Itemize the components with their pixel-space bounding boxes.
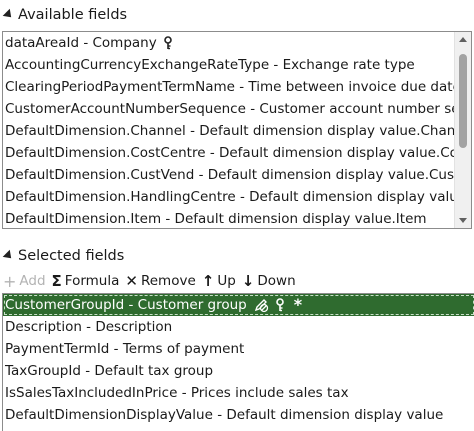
plus-icon: + [3, 271, 17, 291]
list-item[interactable]: DefaultDimension.Channel - Default dimen… [3, 120, 454, 142]
selected-fields-header[interactable]: Selected fields [2, 245, 125, 267]
collapse-triangle-icon[interactable] [2, 8, 15, 21]
list-item[interactable]: AccountingCurrencyExchangeRateType - Exc… [3, 54, 454, 76]
selected-fields-list[interactable]: CustomerGroupId - Customer group * Descr… [2, 293, 474, 431]
list-item[interactable]: CustomerAccountNumberSequence - Customer… [3, 98, 454, 120]
arrow-down-icon: ↓ [241, 272, 255, 290]
scroll-thumb[interactable] [459, 54, 467, 148]
table-row[interactable]: TaxGroupId - Default tax group [3, 360, 474, 382]
table-row[interactable]: PaymentTermId - Terms of payment [3, 338, 474, 360]
key-icon [163, 36, 173, 50]
close-icon: ✕ [125, 272, 138, 290]
scroll-up-arrow-icon[interactable] [459, 37, 467, 42]
collapse-triangle-icon[interactable] [2, 249, 15, 262]
table-row-selected[interactable]: CustomerGroupId - Customer group * [3, 294, 474, 316]
key-icon [275, 298, 285, 312]
vertical-scrollbar[interactable] [454, 32, 471, 228]
up-button[interactable]: ↑ Up [202, 272, 236, 290]
add-button[interactable]: + Add [3, 272, 46, 291]
available-fields-header[interactable]: Available fields [2, 4, 128, 26]
list-item[interactable]: DefaultDimension.CostCentre - Default di… [3, 142, 454, 164]
scroll-down-arrow-icon[interactable] [459, 218, 467, 223]
remove-button[interactable]: ✕ Remove [125, 272, 195, 290]
sigma-icon: Σ [51, 272, 62, 290]
list-item[interactable]: DefaultDimension.CustVend - Default dime… [3, 164, 454, 186]
table-row[interactable]: IsSalesTaxIncludedInPrice - Prices inclu… [3, 382, 474, 404]
selected-fields-toolbar: + Add Σ Formula ✕ Remove ↑ Up ↓ Down [3, 271, 302, 291]
selected-fields-title: Selected fields [18, 248, 125, 264]
list-item[interactable]: DefaultDimension.HandlingCentre - Defaul… [3, 186, 454, 208]
available-fields-list[interactable]: dataAreaId - Company AccountingCurrencyE… [2, 31, 472, 229]
asterisk-icon: * [293, 295, 303, 314]
table-row[interactable]: Description - Description [3, 316, 474, 338]
down-button[interactable]: ↓ Down [242, 272, 296, 290]
list-item[interactable]: ClearingPeriodPaymentTermName - Time bet… [3, 76, 454, 98]
table-row[interactable]: DefaultDimensionDisplayValue - Default d… [3, 404, 474, 426]
list-item[interactable]: dataAreaId - Company [3, 32, 454, 54]
list-item[interactable]: DefaultDimension.Item - Default dimensio… [3, 208, 454, 228]
arrow-up-icon: ↑ [201, 272, 215, 290]
formula-button[interactable]: Σ Formula [52, 272, 120, 290]
available-fields-title: Available fields [18, 7, 128, 23]
pen-no-edit-icon [253, 297, 269, 313]
